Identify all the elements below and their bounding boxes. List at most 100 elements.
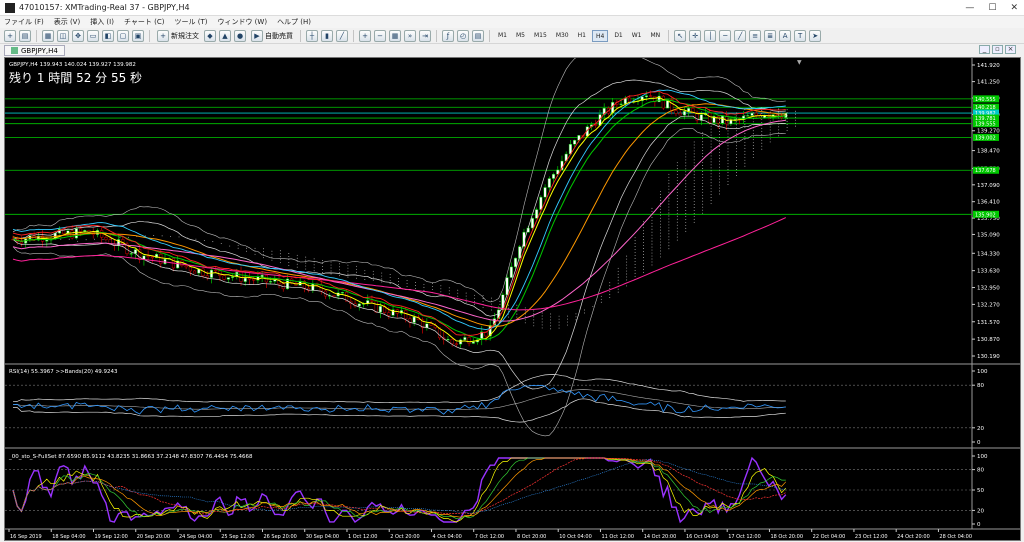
cloud-dot bbox=[735, 166, 737, 167]
new-chart-icon[interactable]: + bbox=[4, 29, 16, 42]
trendline-icon[interactable]: ╱ bbox=[734, 29, 747, 42]
cloud-dot bbox=[296, 257, 298, 259]
arrows-icon[interactable]: ➤ bbox=[809, 29, 822, 42]
cloud-dot bbox=[693, 189, 695, 191]
terminal-icon[interactable]: ▭ bbox=[87, 29, 99, 42]
navigator-icon[interactable]: ✥ bbox=[72, 29, 84, 42]
period-icon[interactable]: ◴ bbox=[457, 29, 469, 42]
cursor-icon[interactable]: ↖ bbox=[674, 29, 687, 42]
chart-minimize-button[interactable]: _ bbox=[979, 45, 990, 54]
meta-editor-icon[interactable]: ◆ bbox=[204, 29, 216, 42]
time-axis-label: 2 Oct 20:00 bbox=[390, 534, 419, 540]
candle-body bbox=[619, 103, 623, 105]
cloud-dot bbox=[659, 208, 661, 210]
timeframe-m1[interactable]: M1 bbox=[495, 30, 510, 42]
cloud-dot bbox=[550, 322, 552, 324]
timeframe-mn[interactable]: MN bbox=[648, 30, 664, 42]
chart-canvas[interactable]: 141.920141.250140.590139.930139.270138.4… bbox=[5, 58, 1021, 541]
cloud-dot bbox=[710, 182, 712, 184]
indicators-icon[interactable]: ƒ bbox=[442, 29, 454, 42]
timeframe-d1[interactable]: D1 bbox=[611, 30, 625, 42]
profiles-icon[interactable]: ▤ bbox=[19, 29, 31, 42]
close-button[interactable]: ✕ bbox=[1010, 3, 1018, 13]
market-icon[interactable]: ● bbox=[234, 29, 246, 42]
menu-view[interactable]: 表示 (V) bbox=[54, 17, 80, 27]
maximize-button[interactable]: ☐ bbox=[988, 3, 996, 13]
cloud-dot bbox=[296, 266, 298, 268]
cloud-dot bbox=[288, 256, 290, 257]
cloud-dot bbox=[719, 151, 720, 153]
chart-restore-button[interactable]: ▫ bbox=[992, 45, 1003, 54]
cloud-dot bbox=[693, 144, 695, 146]
cloud-dot bbox=[761, 121, 763, 123]
signals-icon[interactable]: ▲ bbox=[219, 29, 231, 42]
cloud-dot bbox=[271, 253, 273, 255]
tester-icon[interactable]: ◧ bbox=[102, 29, 114, 42]
cloud-dot bbox=[305, 256, 307, 258]
folder-icon[interactable]: ▢ bbox=[117, 29, 129, 42]
new-order-button[interactable]: + 新規注文 bbox=[155, 29, 201, 42]
price-tag-label: 135.902 bbox=[975, 212, 996, 218]
data-window-icon[interactable]: ◫ bbox=[57, 29, 69, 42]
cloud-dot bbox=[406, 280, 408, 282]
cloud-dot bbox=[685, 186, 687, 188]
bar-chart-icon[interactable]: ┼ bbox=[306, 29, 318, 42]
cloud-dot bbox=[719, 184, 720, 186]
minimize-button[interactable]: — bbox=[965, 3, 974, 13]
cloud-dot bbox=[685, 201, 687, 203]
timeframe-m30[interactable]: M30 bbox=[553, 30, 572, 42]
autoscroll-icon[interactable]: » bbox=[404, 29, 416, 42]
zoom-in-icon[interactable]: + bbox=[359, 29, 371, 42]
cloud-dot bbox=[634, 237, 636, 239]
cloud-dot bbox=[431, 286, 433, 288]
timeframe-m15[interactable]: M15 bbox=[531, 30, 550, 42]
candle-body bbox=[184, 265, 188, 268]
chart-shift-icon[interactable]: ⇥ bbox=[419, 29, 431, 42]
cloud-dot bbox=[693, 165, 695, 167]
menu-help[interactable]: ヘルプ (H) bbox=[277, 17, 311, 27]
candle-body bbox=[513, 257, 518, 268]
cloud-dot bbox=[786, 115, 788, 117]
menu-chart[interactable]: チャート (C) bbox=[124, 17, 165, 27]
menu-file[interactable]: ファイル (F) bbox=[4, 17, 44, 27]
auto-trade-button[interactable]: ▶ 自動売買 bbox=[249, 29, 295, 42]
candlestick-icon[interactable]: ▮ bbox=[321, 29, 333, 42]
save-icon[interactable]: ▣ bbox=[132, 29, 144, 42]
menu-window[interactable]: ウィンドウ (W) bbox=[217, 17, 267, 27]
zoom-out-icon[interactable]: − bbox=[374, 29, 386, 42]
cloud-dot bbox=[727, 136, 729, 138]
cloud-dot bbox=[161, 235, 163, 237]
templates-icon[interactable]: ▤ bbox=[472, 29, 484, 42]
cloud-dot bbox=[651, 228, 653, 230]
market-watch-icon[interactable]: ▦ bbox=[42, 29, 54, 42]
cloud-dot bbox=[617, 288, 619, 290]
time-axis-label: 22 Oct 04:00 bbox=[813, 534, 846, 540]
cloud-dot bbox=[659, 250, 661, 252]
cloud-dot bbox=[575, 319, 577, 321]
chart-close-button[interactable]: × bbox=[1005, 45, 1016, 54]
candle-body bbox=[188, 266, 192, 272]
cloud-dot bbox=[727, 178, 729, 180]
menu-insert[interactable]: 挿入 (I) bbox=[90, 17, 114, 27]
timeframe-h1[interactable]: H1 bbox=[575, 30, 589, 42]
horizontal-line-icon[interactable]: ─ bbox=[719, 29, 732, 42]
tile-windows-icon[interactable]: ▦ bbox=[389, 29, 401, 42]
vertical-line-icon[interactable]: │ bbox=[704, 29, 717, 42]
timeframe-h4[interactable]: H4 bbox=[591, 29, 609, 42]
cloud-dot bbox=[322, 260, 324, 262]
cloud-dot bbox=[609, 297, 611, 299]
text-tool-icon[interactable]: A bbox=[779, 29, 792, 42]
line-chart-icon[interactable]: ╱ bbox=[336, 29, 348, 42]
timeframe-m5[interactable]: M5 bbox=[513, 30, 528, 42]
crosshair-icon[interactable]: ✛ bbox=[689, 29, 702, 42]
channel-icon[interactable]: ≡ bbox=[749, 29, 762, 42]
timeframe-w1[interactable]: W1 bbox=[629, 30, 645, 42]
cloud-dot bbox=[288, 261, 290, 263]
label-tool-icon[interactable]: T bbox=[794, 29, 807, 42]
cloud-dot bbox=[795, 110, 797, 112]
chart-window[interactable]: 141.920141.250140.590139.930139.270138.4… bbox=[4, 57, 1021, 541]
cloud-dot bbox=[474, 300, 476, 302]
fibonacci-icon[interactable]: ≣ bbox=[764, 29, 777, 42]
menu-tools[interactable]: ツール (T) bbox=[174, 17, 207, 27]
chart-window-tab[interactable]: GBPJPY,H4 bbox=[4, 45, 65, 56]
